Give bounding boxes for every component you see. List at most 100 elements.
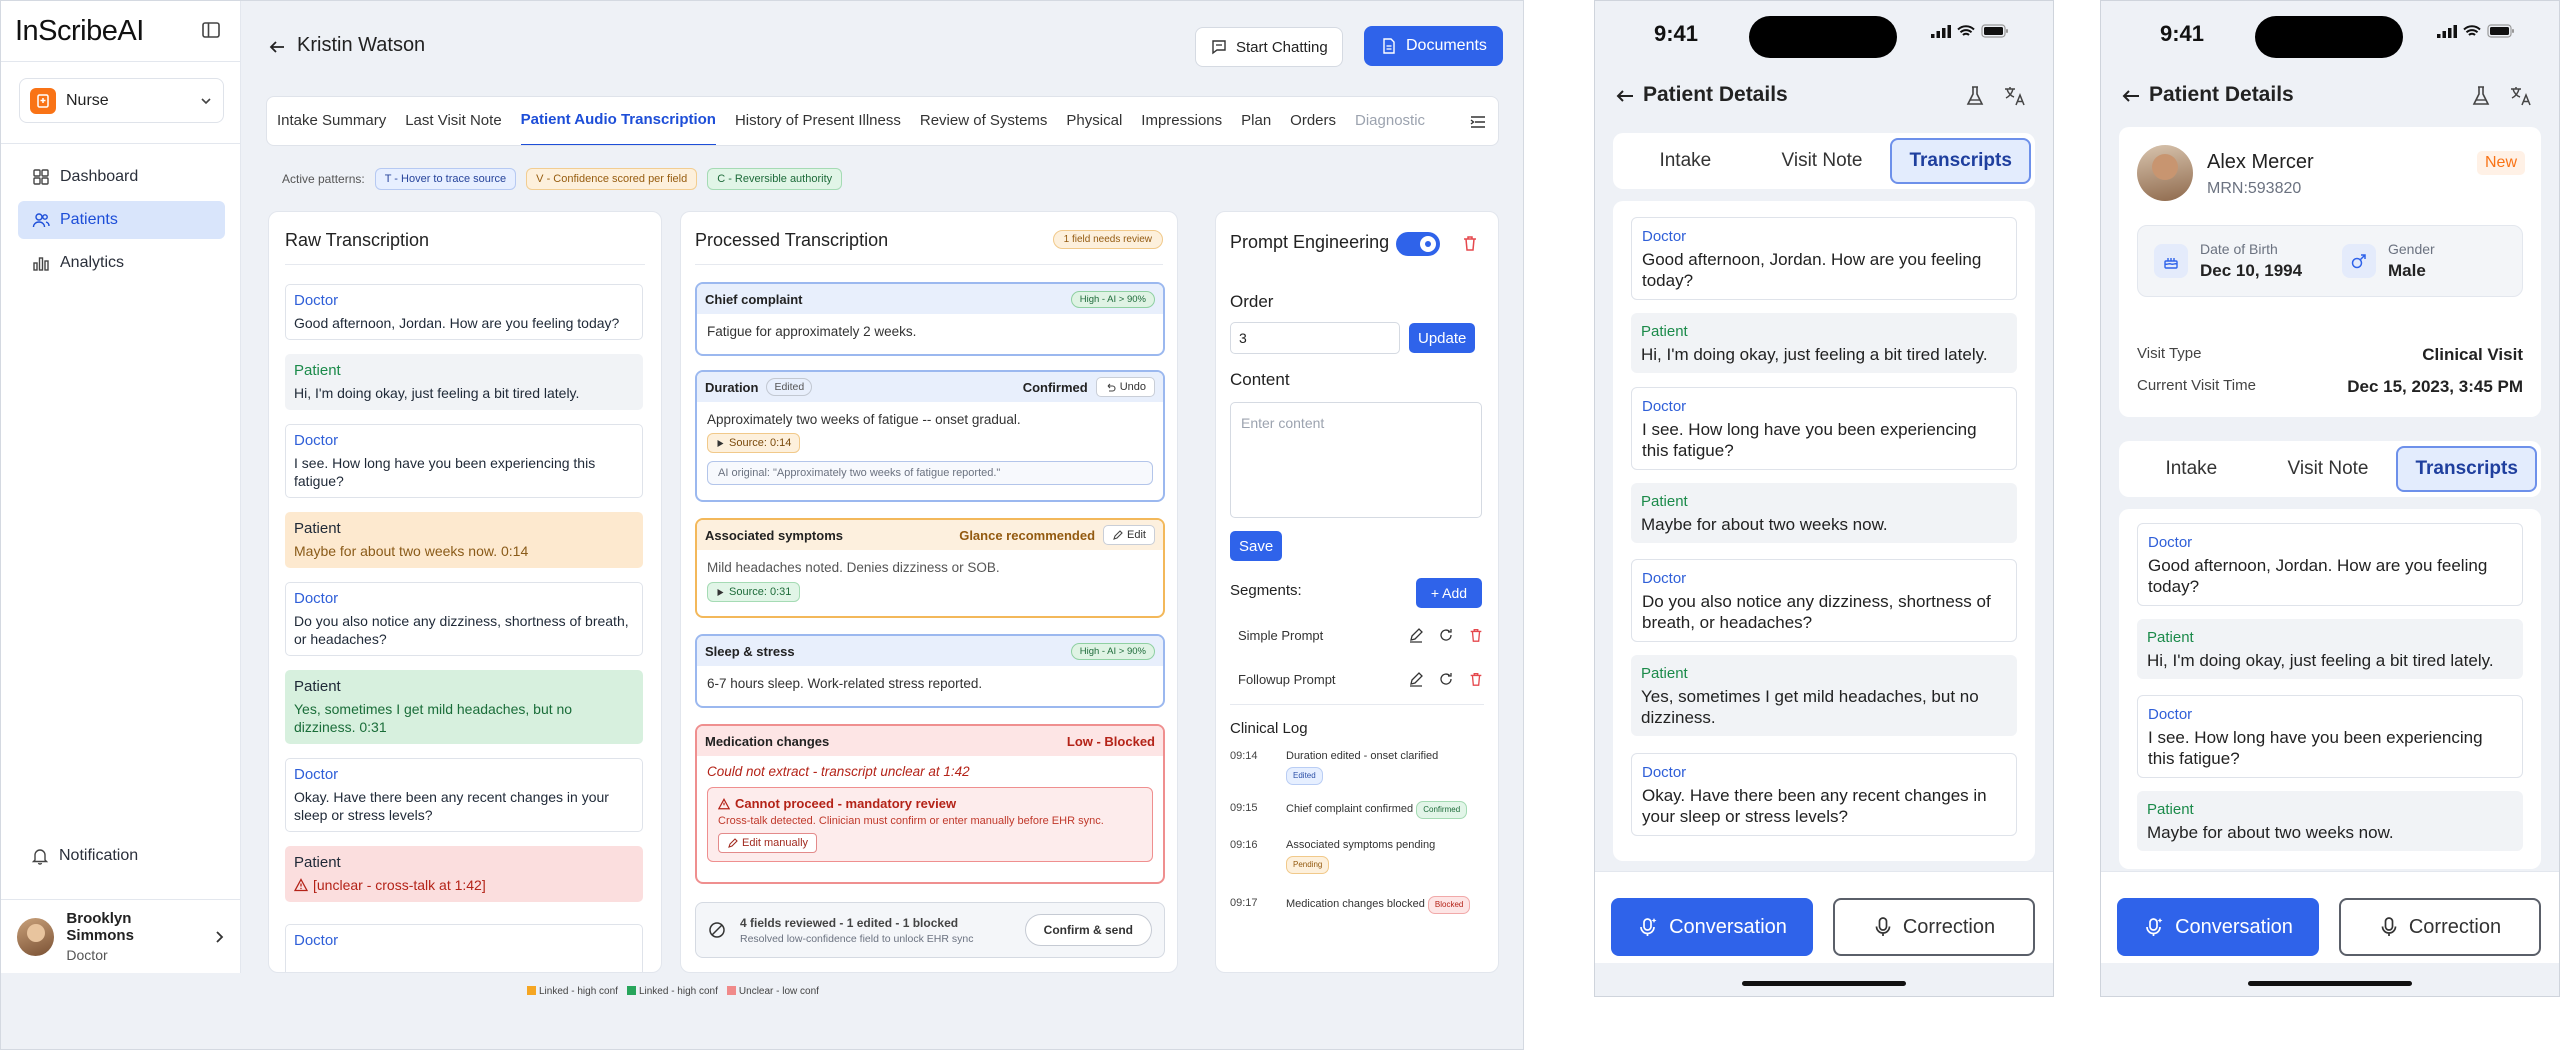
main-content: Kristin Watson Start Chatting Documents … bbox=[242, 1, 1525, 1050]
back-arrow-icon[interactable] bbox=[268, 38, 286, 56]
chevron-right-icon bbox=[213, 930, 225, 944]
transcript-message-unclear[interactable]: Patient [unclear - cross-talk at 1:42] bbox=[285, 846, 643, 902]
status-text: Glance recommended bbox=[959, 527, 1096, 543]
flask-icon[interactable] bbox=[1965, 85, 1985, 107]
edit-button[interactable]: Edit bbox=[1103, 525, 1155, 545]
transcript-message: Doctor I see. How long have you been expe… bbox=[2137, 695, 2523, 778]
trash-icon[interactable] bbox=[1461, 234, 1479, 252]
tab-history-of-present-illness[interactable]: History of Present Illness bbox=[735, 97, 901, 145]
confirm-send-button[interactable]: Confirm & send bbox=[1024, 914, 1152, 946]
update-button[interactable]: Update bbox=[1409, 323, 1476, 353]
speaker-label: Doctor bbox=[294, 432, 339, 449]
trash-icon[interactable] bbox=[1468, 627, 1484, 643]
tab-physical[interactable]: Physical bbox=[1066, 97, 1122, 145]
speaker-label: Doctor bbox=[294, 292, 339, 309]
nav-item-dashboard[interactable]: Dashboard bbox=[18, 158, 225, 196]
tab-intake[interactable]: Intake bbox=[1617, 138, 1754, 184]
review-summary: 4 fields reviewed - 1 edited - 1 blocked… bbox=[695, 902, 1165, 958]
field-status: Glance recommended Edit bbox=[959, 525, 1155, 545]
pattern-chip-trace[interactable]: T - Hover to trace source bbox=[374, 168, 517, 190]
nav-item-analytics[interactable]: Analytics bbox=[18, 244, 225, 282]
tab-transcripts[interactable]: Transcripts bbox=[2396, 446, 2538, 492]
tab-review-of-systems[interactable]: Review of Systems bbox=[920, 97, 1048, 145]
content-input[interactable]: Enter content bbox=[1230, 402, 1482, 518]
speaker-label: Patient bbox=[2147, 801, 2194, 818]
nav-item-patients[interactable]: Patients bbox=[18, 201, 225, 239]
field-status: Confirmed Undo bbox=[1023, 377, 1155, 397]
field-value: Approximately two weeks of fatigue -- on… bbox=[707, 412, 1021, 427]
field-duration[interactable]: Duration Edited Confirmed Undo Approxima… bbox=[695, 370, 1165, 502]
tab-impressions[interactable]: Impressions bbox=[1141, 97, 1222, 145]
tab-patient-audio-transcription[interactable]: Patient Audio Transcription bbox=[520, 97, 716, 145]
tab-transcripts[interactable]: Transcripts bbox=[1890, 138, 2032, 184]
speaker-label: Doctor bbox=[1642, 228, 1687, 245]
tab-visit-note[interactable]: Visit Note bbox=[1754, 138, 1891, 184]
tab-intake-summary[interactable]: Intake Summary bbox=[277, 97, 386, 145]
field-associated-symptoms[interactable]: Associated symptoms Glance recommended E… bbox=[695, 518, 1165, 618]
tab-orders[interactable]: Orders bbox=[1290, 97, 1336, 145]
wifi-icon bbox=[1957, 24, 1975, 36]
pattern-chip-authority[interactable]: C - Reversible authority bbox=[707, 168, 843, 190]
add-segment-button[interactable]: + Add bbox=[1416, 578, 1482, 608]
battery-icon bbox=[2487, 24, 2514, 38]
translate-icon[interactable] bbox=[2509, 85, 2533, 107]
field-medication-changes[interactable]: Medication changes Low - Blocked Could n… bbox=[695, 724, 1165, 884]
correction-button[interactable]: Correction bbox=[1833, 898, 2035, 956]
cake-icon bbox=[2154, 244, 2188, 278]
speaker-label: Doctor bbox=[1642, 764, 1687, 781]
start-chatting-button[interactable]: Start Chatting bbox=[1195, 27, 1343, 67]
transcript-message-linked[interactable]: Patient Yes, sometimes I get mild headac… bbox=[285, 670, 643, 744]
transcript-message-linked[interactable]: Patient Maybe for about two weeks now. 0… bbox=[285, 512, 643, 568]
visit-time-label: Current Visit Time bbox=[2137, 377, 2256, 394]
role-select[interactable]: Nurse bbox=[19, 78, 224, 123]
speaker-label: Doctor bbox=[2148, 534, 2193, 551]
edit-icon[interactable] bbox=[1408, 627, 1424, 643]
edit-icon[interactable] bbox=[1408, 671, 1424, 687]
refresh-icon[interactable] bbox=[1438, 627, 1454, 643]
wifi-icon bbox=[2463, 24, 2481, 36]
chat-icon bbox=[1210, 38, 1228, 56]
transcript-message: Doctor Good afternoon, Jordan. How are yo… bbox=[2137, 523, 2523, 606]
flask-icon[interactable] bbox=[2471, 85, 2491, 107]
correction-button[interactable]: Correction bbox=[2339, 898, 2541, 956]
translate-icon[interactable] bbox=[2003, 85, 2027, 107]
conversation-button[interactable]: Conversation bbox=[1611, 898, 1813, 956]
message-text: I see. How long have you been experienci… bbox=[294, 455, 596, 489]
edit-manually-button[interactable]: Edit manually bbox=[718, 833, 818, 853]
refresh-icon[interactable] bbox=[1438, 671, 1454, 687]
alert-description: Cross-talk detected. Clinician must conf… bbox=[718, 815, 1104, 827]
save-button[interactable]: Save bbox=[1230, 531, 1283, 561]
trash-icon[interactable] bbox=[1468, 671, 1484, 687]
content-label: Content bbox=[1230, 370, 1290, 389]
pattern-chip-confidence[interactable]: V - Confidence scored per field bbox=[526, 168, 698, 190]
desktop-app: InScribeAI Nurse Dashboard Patients Anal… bbox=[0, 0, 1524, 1050]
notification-link[interactable]: Notification bbox=[31, 847, 138, 865]
undo-button[interactable]: Undo bbox=[1095, 377, 1155, 397]
field-chief-complaint[interactable]: Chief complaint High - AI > 90% Fatigue … bbox=[695, 282, 1165, 356]
tab-diagnostic[interactable]: Diagnostic bbox=[1355, 97, 1425, 145]
tab-plan[interactable]: Plan bbox=[1241, 97, 1271, 145]
order-input[interactable]: 3 bbox=[1230, 322, 1400, 354]
sidebar-toggle-icon[interactable] bbox=[201, 20, 221, 40]
tab-last-visit-note[interactable]: Last Visit Note bbox=[405, 97, 501, 145]
speaker-label: Patient bbox=[294, 854, 341, 871]
nurse-icon bbox=[30, 87, 56, 114]
prompt-toggle[interactable] bbox=[1396, 232, 1440, 256]
tab-visit-note[interactable]: Visit Note bbox=[2260, 446, 2397, 492]
user-card[interactable]: Brooklyn Simmons Doctor bbox=[1, 899, 241, 973]
conversation-button[interactable]: Conversation bbox=[2117, 898, 2319, 956]
log-text: Associated symptoms pending bbox=[1286, 839, 1436, 851]
tab-intake[interactable]: Intake bbox=[2123, 446, 2260, 492]
back-arrow-icon[interactable] bbox=[2121, 87, 2141, 105]
documents-button[interactable]: Documents bbox=[1364, 26, 1503, 66]
back-arrow-icon[interactable] bbox=[1615, 87, 1635, 105]
tabs-menu-icon[interactable] bbox=[1468, 112, 1488, 132]
role-label: Nurse bbox=[66, 91, 109, 109]
patient-mrn: MRN:593820 bbox=[2207, 180, 2302, 197]
section-tabs: Intake Summary Last Visit Note Patient A… bbox=[266, 96, 1499, 146]
message-text: Good afternoon, Jordan. How are you feel… bbox=[294, 315, 620, 331]
correction-label: Correction bbox=[1902, 915, 1996, 938]
field-sleep-stress[interactable]: Sleep & stress High - AI > 90% 6-7 hours… bbox=[695, 634, 1165, 708]
source-link[interactable]: Source: 0:31 bbox=[707, 582, 801, 602]
source-link[interactable]: Source: 0:14 bbox=[707, 433, 801, 453]
